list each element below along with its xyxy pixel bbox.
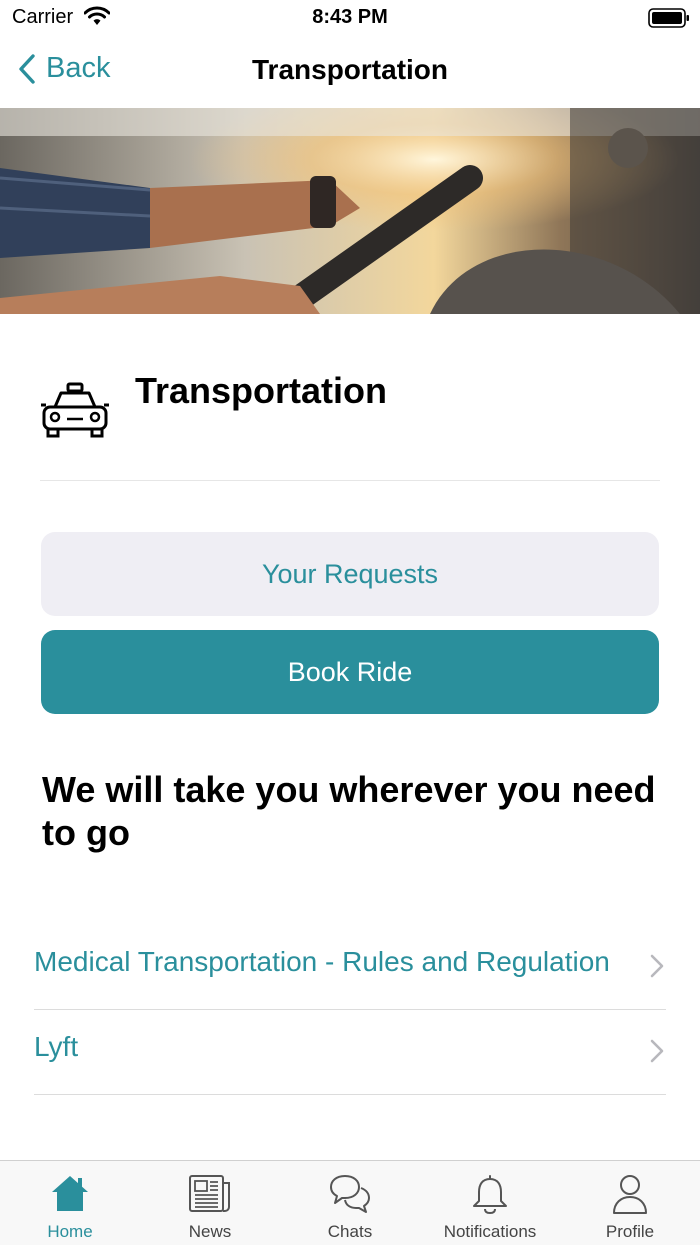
list-item-label: Lyft (34, 1031, 79, 1062)
tab-notifications[interactable]: Notifications (420, 1161, 560, 1245)
chevron-right-icon (650, 1039, 664, 1063)
chevron-right-icon (650, 954, 664, 978)
status-time: 8:43 PM (312, 6, 388, 28)
tab-label: Chats (327, 1222, 373, 1241)
tab-label: Profile (605, 1222, 655, 1241)
navigation-bar: Back Transportation (0, 36, 700, 108)
battery-icon (648, 8, 689, 28)
list-item-lyft[interactable]: Lyft (34, 1009, 666, 1095)
taxi-icon (41, 382, 109, 438)
book-ride-button[interactable]: Book Ride (41, 630, 659, 714)
tab-home[interactable]: Home (0, 1161, 140, 1245)
page-title: Transportation (251, 54, 448, 85)
newspaper-icon (189, 1175, 230, 1212)
tagline-heading: We will take you wherever you need to go (42, 769, 656, 853)
list-item-label: Medical Transportation - Rules and Regul… (34, 946, 610, 977)
section-header: Transportation (40, 360, 660, 481)
tab-news[interactable]: News (140, 1161, 280, 1245)
tab-label: Notifications (443, 1222, 537, 1241)
bell-icon (473, 1175, 507, 1215)
tab-label: News (188, 1222, 232, 1241)
tab-bar: Home News Chats Notifications Profile (0, 1160, 700, 1245)
your-requests-button[interactable]: Your Requests (41, 532, 659, 616)
status-bar: Carrier 8:43 PM (0, 0, 700, 36)
tab-label: Home (47, 1222, 93, 1241)
chat-bubbles-icon (330, 1175, 370, 1213)
tab-profile[interactable]: Profile (560, 1161, 700, 1245)
person-icon (613, 1175, 647, 1214)
tab-chats[interactable]: Chats (280, 1161, 420, 1245)
section-title: Transportation (135, 370, 388, 411)
hero-image (0, 108, 700, 314)
list-item-medical-transportation[interactable]: Medical Transportation - Rules and Regul… (34, 924, 666, 1010)
home-icon (52, 1176, 88, 1211)
